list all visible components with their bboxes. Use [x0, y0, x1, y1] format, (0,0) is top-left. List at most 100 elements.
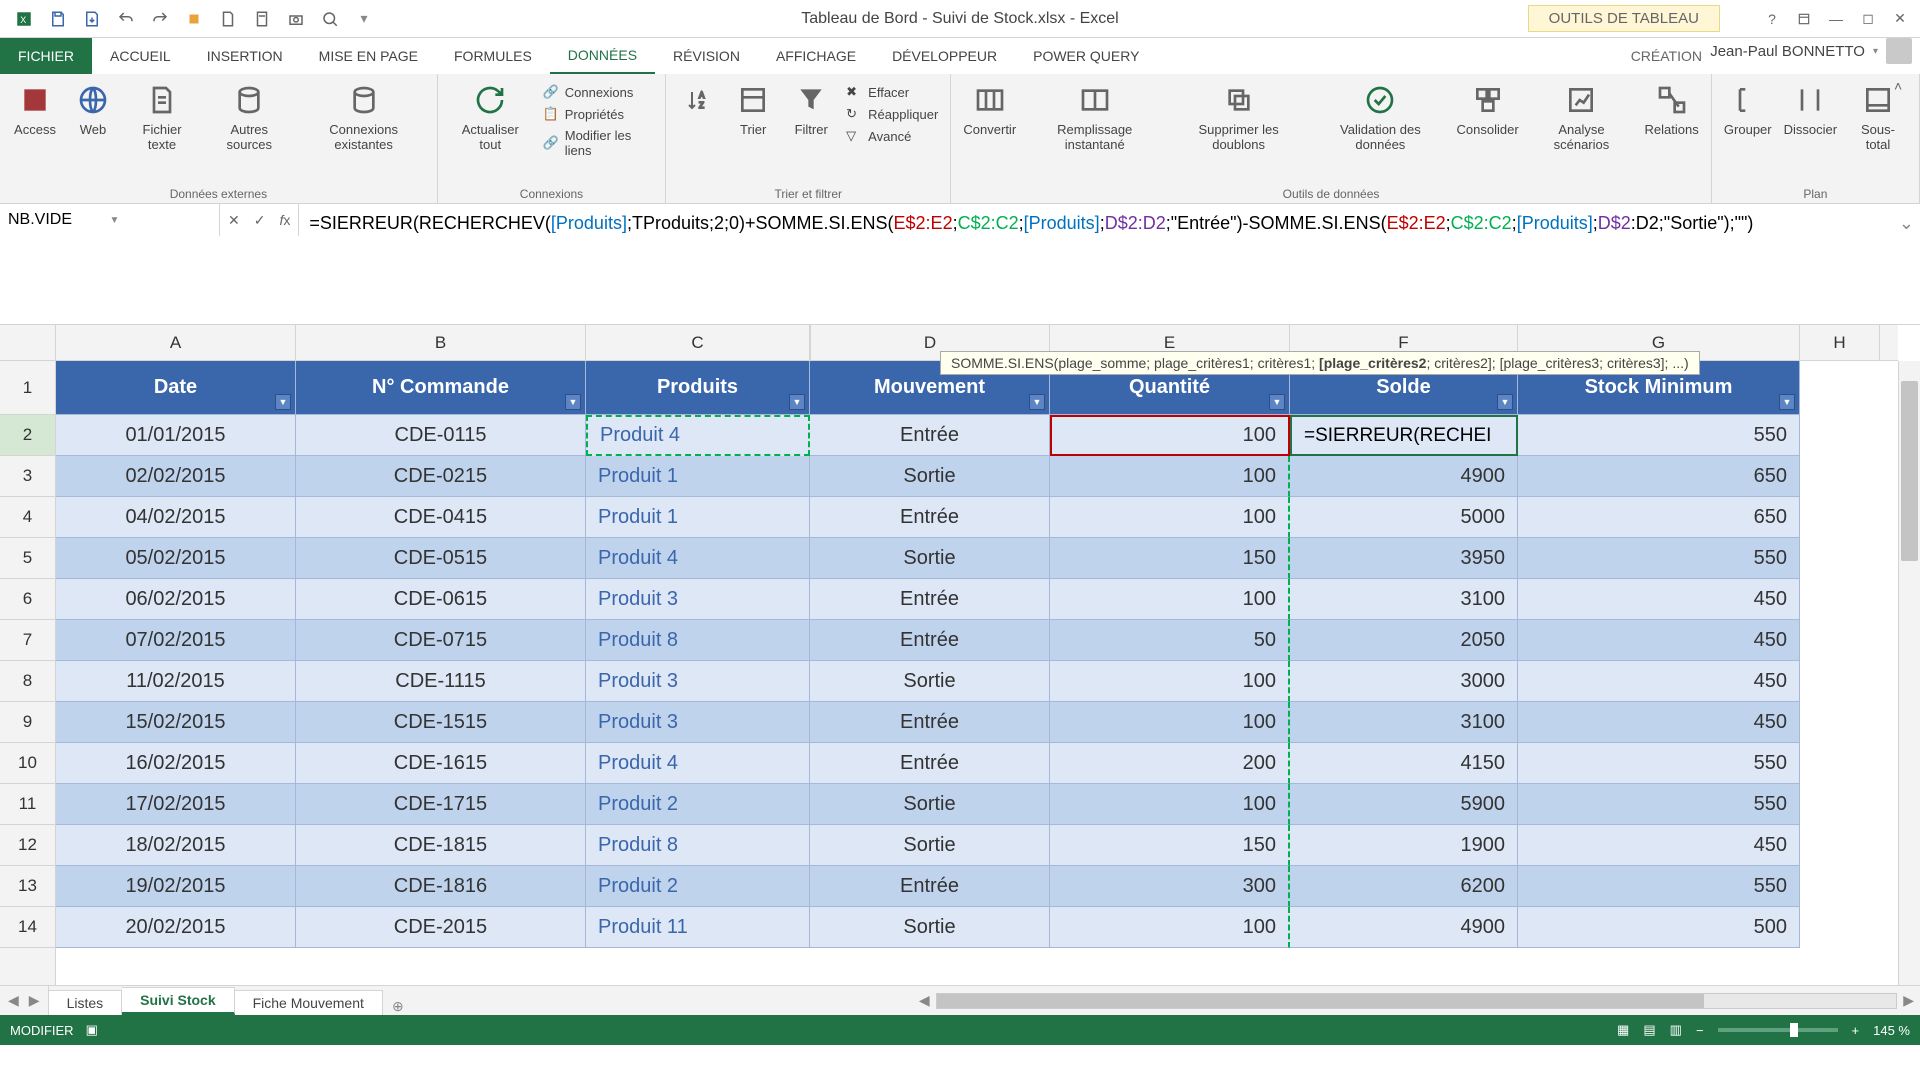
zoom-slider[interactable]: [1718, 1028, 1838, 1032]
camera-icon[interactable]: [280, 5, 312, 33]
cell[interactable]: 100: [1050, 497, 1290, 538]
cell[interactable]: 100: [1050, 661, 1290, 702]
cell[interactable]: 17/02/2015: [56, 784, 296, 825]
redo-icon[interactable]: [144, 5, 176, 33]
cell[interactable]: 450: [1518, 620, 1800, 661]
cell[interactable]: Produit 4: [586, 743, 810, 784]
tab-fichier[interactable]: FICHIER: [0, 38, 92, 74]
cell[interactable]: Entrée: [810, 620, 1050, 661]
tab-donnees[interactable]: DONNÉES: [550, 38, 655, 74]
cell[interactable]: 4900: [1290, 907, 1518, 948]
cell[interactable]: Sortie: [810, 538, 1050, 579]
row-header[interactable]: 10: [0, 743, 55, 784]
cell[interactable]: 3000: [1290, 661, 1518, 702]
cell[interactable]: 6200: [1290, 866, 1518, 907]
tab-revision[interactable]: RÉVISION: [655, 38, 758, 74]
btn-filtrer[interactable]: Filtrer: [784, 78, 838, 141]
tab-mise-en-page[interactable]: MISE EN PAGE: [301, 38, 436, 74]
cell[interactable]: Entrée: [810, 866, 1050, 907]
cell[interactable]: CDE-0615: [296, 579, 586, 620]
btn-analyse-scenarios[interactable]: Analyse scénarios: [1526, 78, 1636, 156]
cell[interactable]: 450: [1518, 661, 1800, 702]
cell[interactable]: 16/02/2015: [56, 743, 296, 784]
tab-power-query[interactable]: POWER QUERY: [1015, 38, 1157, 74]
zoom-out-icon[interactable]: −: [1696, 1023, 1704, 1038]
cell[interactable]: Entrée: [810, 702, 1050, 743]
cell[interactable]: Produit 2: [586, 784, 810, 825]
cell[interactable]: 650: [1518, 497, 1800, 538]
btn-convertir[interactable]: Convertir: [959, 78, 1020, 141]
cell[interactable]: 100: [1050, 415, 1290, 456]
btn-actualiser[interactable]: Actualiser tout: [446, 78, 535, 156]
cell[interactable]: Sortie: [810, 825, 1050, 866]
formula-bar[interactable]: =SIERREUR(RECHERCHEV([Produits];TProduit…: [299, 204, 1920, 242]
cell[interactable]: Produit 2: [586, 866, 810, 907]
btn-proprietes[interactable]: 📋Propriétés: [539, 104, 657, 124]
cell[interactable]: 1900: [1290, 825, 1518, 866]
cell[interactable]: CDE-1515: [296, 702, 586, 743]
zoom-level[interactable]: 145 %: [1873, 1023, 1910, 1038]
cancel-formula-icon[interactable]: ✕: [228, 212, 240, 229]
cell[interactable]: Produit 3: [586, 702, 810, 743]
select-all-corner[interactable]: [0, 325, 56, 361]
macro-record-icon[interactable]: ▣: [86, 1022, 98, 1038]
row-header[interactable]: 4: [0, 497, 55, 538]
filter-icon[interactable]: ▼: [1029, 394, 1045, 410]
maximize-icon[interactable]: ◻: [1854, 7, 1882, 31]
cell[interactable]: CDE-1815: [296, 825, 586, 866]
cell[interactable]: Entrée: [810, 579, 1050, 620]
cell[interactable]: Produit 1: [586, 497, 810, 538]
row-header[interactable]: 6: [0, 579, 55, 620]
tab-developpeur[interactable]: DÉVELOPPEUR: [874, 38, 1015, 74]
cell[interactable]: 450: [1518, 579, 1800, 620]
collapse-ribbon-icon[interactable]: ˄: [1894, 78, 1914, 98]
cell[interactable]: 04/02/2015: [56, 497, 296, 538]
tab-formules[interactable]: FORMULES: [436, 38, 550, 74]
minimize-icon[interactable]: —: [1822, 7, 1850, 31]
col-header-A[interactable]: A: [56, 325, 296, 360]
tab-affichage[interactable]: AFFICHAGE: [758, 38, 874, 74]
cell[interactable]: Sortie: [810, 661, 1050, 702]
filter-icon[interactable]: ▼: [1269, 394, 1285, 410]
sheet-nav-next-icon[interactable]: ▶: [29, 992, 40, 1009]
filter-icon[interactable]: ▼: [1497, 394, 1513, 410]
add-sheet-icon[interactable]: ⊕: [383, 998, 413, 1015]
table-header-date[interactable]: Date▼: [56, 361, 296, 415]
qat-more-icon[interactable]: ▾: [348, 5, 380, 33]
view-normal-icon[interactable]: ▦: [1617, 1022, 1629, 1038]
preview-icon[interactable]: [314, 5, 346, 33]
col-header-C[interactable]: C: [586, 325, 810, 360]
row-header[interactable]: 1: [0, 361, 55, 415]
cell[interactable]: 500: [1518, 907, 1800, 948]
row-header[interactable]: 3: [0, 456, 55, 497]
help-icon[interactable]: ?: [1758, 7, 1786, 31]
user-avatar-icon[interactable]: [1886, 38, 1912, 64]
cell[interactable]: 01/01/2015: [56, 415, 296, 456]
tab-creation[interactable]: CRÉATION: [1613, 38, 1720, 74]
cell[interactable]: 550: [1518, 866, 1800, 907]
cell[interactable]: CDE-0515: [296, 538, 586, 579]
btn-autres-sources[interactable]: Autres sources: [204, 78, 294, 156]
save-alt-icon[interactable]: [76, 5, 108, 33]
sheet-tab-suivi-stock[interactable]: Suivi Stock: [122, 987, 234, 1015]
cell[interactable]: Entrée: [810, 497, 1050, 538]
row-header[interactable]: 14: [0, 907, 55, 948]
btn-validation[interactable]: Validation des données: [1312, 78, 1449, 156]
close-icon[interactable]: ✕: [1886, 7, 1914, 31]
new-file-icon[interactable]: [212, 5, 244, 33]
filter-icon[interactable]: ▼: [275, 394, 291, 410]
cell[interactable]: 5900: [1290, 784, 1518, 825]
btn-connexions-existantes[interactable]: Connexions existantes: [298, 78, 428, 156]
cell[interactable]: 15/02/2015: [56, 702, 296, 743]
cell[interactable]: 450: [1518, 702, 1800, 743]
btn-fichier-texte[interactable]: Fichier texte: [124, 78, 200, 156]
row-header[interactable]: 13: [0, 866, 55, 907]
cell[interactable]: 3100: [1290, 579, 1518, 620]
ribbon-display-icon[interactable]: [1790, 7, 1818, 31]
sheet-tab-listes[interactable]: Listes: [49, 990, 123, 1015]
cell[interactable]: Entrée: [810, 743, 1050, 784]
filter-icon[interactable]: ▼: [789, 394, 805, 410]
horizontal-scrollbar[interactable]: [936, 993, 1898, 1009]
cell[interactable]: 20/02/2015: [56, 907, 296, 948]
cell-editing[interactable]: =SIERREUR(RECHEI: [1290, 415, 1518, 456]
